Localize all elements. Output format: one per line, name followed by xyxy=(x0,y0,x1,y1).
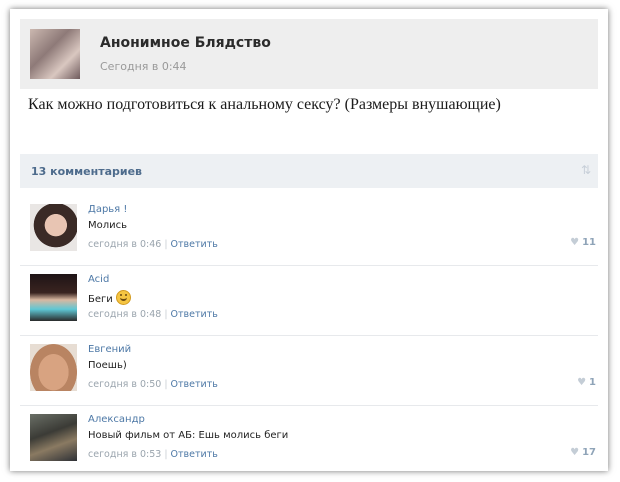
heart-icon: ♥ xyxy=(577,377,587,388)
meta-separator: | xyxy=(164,449,168,460)
comment-meta: сегодня в 0:50 | Ответить xyxy=(88,379,218,390)
like-count: 17 xyxy=(582,447,596,458)
meta-separator: | xyxy=(164,379,168,390)
comment-time[interactable]: сегодня в 0:53 xyxy=(88,449,161,460)
comment-author[interactable]: Евгений xyxy=(88,344,131,355)
comment-item: Евгений Поешь) сегодня в 0:50 | Ответить ♥… xyxy=(20,336,598,406)
smile-icon xyxy=(115,290,131,305)
like-count: 1 xyxy=(589,377,596,388)
sort-arrows-icon[interactable]: ⇅ xyxy=(581,163,591,177)
comment-text: Беги xyxy=(88,294,113,305)
heart-icon: ♥ xyxy=(570,447,580,458)
comment-item: Дарья ! Молись сегодня в 0:46 | Ответить ♥… xyxy=(20,196,598,266)
comment-author[interactable]: Acid xyxy=(88,274,109,285)
reply-link[interactable]: Ответить xyxy=(171,239,218,250)
comment-author[interactable]: Александр xyxy=(88,414,145,425)
like-button[interactable]: ♥ 1 xyxy=(577,377,596,388)
like-count: 11 xyxy=(582,237,596,248)
comment-text: Новый фильм от АБ: Ешь молись беги xyxy=(88,430,289,441)
comment-text: Поешь) xyxy=(88,360,127,371)
comment-text-row: Беги xyxy=(88,290,131,305)
reply-link[interactable]: Ответить xyxy=(171,309,218,320)
avatar[interactable] xyxy=(30,414,77,461)
comment-text: Молись xyxy=(88,220,128,231)
meta-separator: | xyxy=(164,239,168,250)
post-card: Анонимное Блядство Сегодня в 0:44 Как мо… xyxy=(10,9,608,471)
comment-time[interactable]: сегодня в 0:50 xyxy=(88,379,161,390)
post-header: Анонимное Блядство Сегодня в 0:44 xyxy=(20,19,598,89)
avatar[interactable] xyxy=(30,204,77,251)
post-time[interactable]: Сегодня в 0:44 xyxy=(100,60,187,73)
author-name[interactable]: Анонимное Блядство xyxy=(100,35,271,51)
comment-meta: сегодня в 0:46 | Ответить xyxy=(88,239,218,250)
meta-separator: | xyxy=(164,309,168,320)
author-avatar[interactable] xyxy=(30,29,80,79)
heart-icon: ♥ xyxy=(570,237,580,248)
comment-author[interactable]: Дарья ! xyxy=(88,204,127,215)
avatar[interactable] xyxy=(30,274,77,321)
comment-item: Александр Новый фильм от АБ: Ешь молись … xyxy=(20,406,598,475)
comment-meta: сегодня в 0:53 | Ответить xyxy=(88,449,218,460)
post-text: Как можно подготовиться к анальному секс… xyxy=(28,96,501,113)
comment-time[interactable]: сегодня в 0:48 xyxy=(88,309,161,320)
comments-bar[interactable]: 13 комментариев ⇅ xyxy=(20,154,598,188)
comment-meta: сегодня в 0:48 | Ответить xyxy=(88,309,218,320)
avatar[interactable] xyxy=(30,344,77,391)
reply-link[interactable]: Ответить xyxy=(171,379,218,390)
comment-time[interactable]: сегодня в 0:46 xyxy=(88,239,161,250)
reply-link[interactable]: Ответить xyxy=(171,449,218,460)
like-button[interactable]: ♥ 17 xyxy=(570,447,596,458)
comment-item: Acid Беги сегодня в 0:48 | Ответить xyxy=(20,266,598,336)
like-button[interactable]: ♥ 11 xyxy=(570,237,596,248)
comments-count[interactable]: 13 комментариев xyxy=(31,165,142,178)
